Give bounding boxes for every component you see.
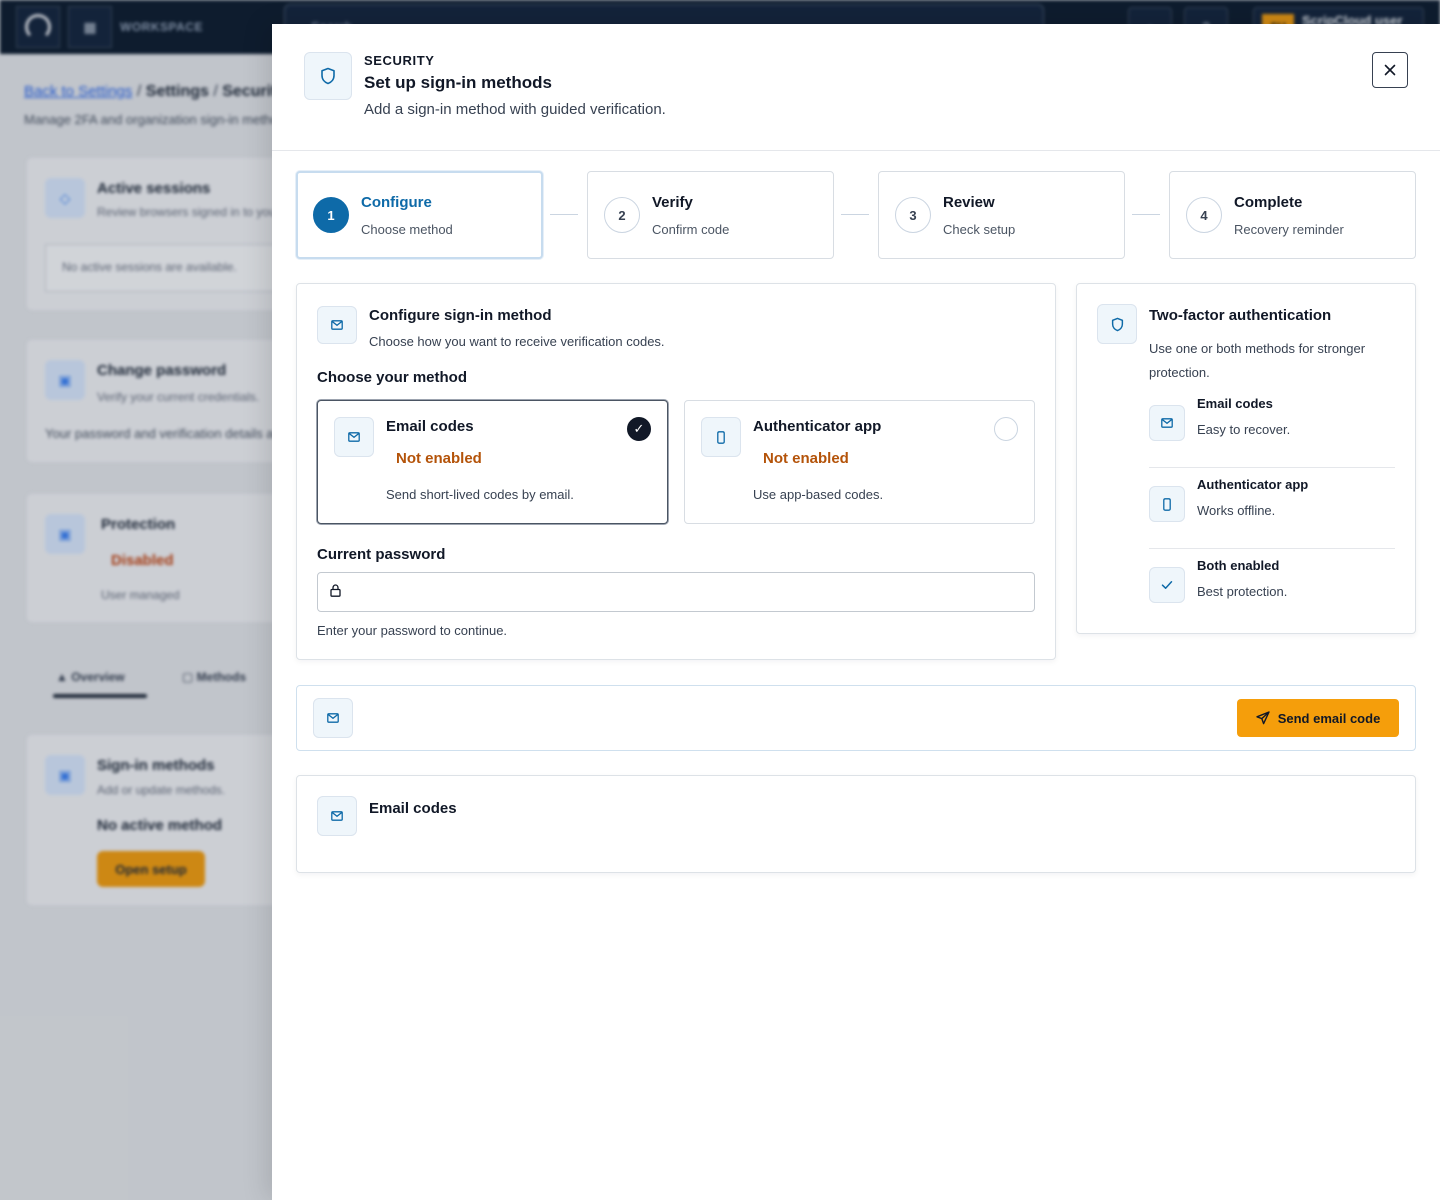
two-factor-item-both: Both enabled Best protection. [1149, 549, 1395, 630]
email-codes-summary-card: Email codes [296, 775, 1416, 873]
two-factor-card: Two-factor authentication Use one or bot… [1076, 283, 1416, 634]
step-number: 1 [313, 197, 349, 233]
step-number: 4 [1186, 197, 1222, 233]
check-icon: ✓ [633, 421, 645, 436]
action-bar: Send email code [296, 685, 1416, 751]
step-connector [1132, 214, 1160, 215]
send-email-code-label: Send email code [1277, 710, 1381, 726]
drawer-eyebrow: SECURITY [364, 53, 435, 68]
two-factor-item-title: Authenticator app [1197, 477, 1309, 492]
lock-icon [330, 584, 341, 602]
password-input[interactable] [354, 577, 1024, 607]
step-desc: Confirm code [652, 222, 730, 237]
step-number: 2 [604, 197, 640, 233]
two-factor-item-desc: Best protection. [1197, 584, 1288, 599]
method-status: Not enabled [763, 450, 849, 467]
step-connector [550, 214, 578, 215]
method-status: Not enabled [396, 450, 482, 467]
step-title: Configure [361, 194, 432, 211]
method-title: Email codes [386, 418, 474, 435]
two-factor-item-authenticator: Authenticator app Works offline. [1149, 468, 1395, 549]
mail-icon [317, 796, 357, 836]
method-desc: Use app-based codes. [753, 487, 884, 502]
password-help: Enter your password to continue. [317, 623, 508, 638]
two-factor-desc: Use one or both methods for stronger pro… [1149, 341, 1366, 380]
password-field[interactable] [317, 572, 1035, 612]
mail-icon [317, 306, 357, 344]
step-connector [841, 214, 869, 215]
mail-icon [334, 417, 374, 457]
send-email-code-button[interactable]: Send email code [1237, 699, 1399, 737]
drawer-subtitle: Add a sign-in method with guided verific… [364, 101, 666, 118]
step-desc: Check setup [943, 222, 1016, 237]
step-desc: Choose method [361, 222, 453, 237]
close-icon [1384, 64, 1396, 76]
two-factor-item-email: Email codes Easy to recover. [1149, 387, 1395, 468]
two-factor-title: Two-factor authentication [1149, 307, 1332, 324]
step-title: Verify [652, 194, 693, 211]
close-button[interactable] [1372, 52, 1408, 88]
shield-icon [1097, 304, 1137, 344]
step-verify[interactable]: 2 Verify Confirm code [587, 171, 834, 259]
step-configure[interactable]: 1 Configure Choose method [296, 171, 543, 259]
step-desc: Recovery reminder [1234, 222, 1344, 237]
setup-drawer: SECURITY Set up sign-in methods Add a si… [272, 24, 1440, 1200]
two-factor-item-title: Both enabled [1197, 558, 1280, 573]
check-icon [1149, 567, 1185, 603]
method-option-authenticator[interactable]: Authenticator app Not enabled Use app-ba… [684, 400, 1035, 524]
mail-icon [313, 698, 353, 738]
password-label: Current password [317, 546, 446, 563]
step-complete[interactable]: 4 Complete Recovery reminder [1169, 171, 1416, 259]
step-title: Review [943, 194, 995, 211]
step-number: 3 [895, 197, 931, 233]
method-radio[interactable] [994, 417, 1018, 441]
step-title: Complete [1234, 194, 1303, 211]
two-factor-item-desc: Easy to recover. [1197, 422, 1291, 437]
methods-label: Choose your method [317, 369, 468, 386]
method-option-email[interactable]: Email codes Not enabled Send short-lived… [317, 400, 668, 524]
two-factor-item-desc: Works offline. [1197, 503, 1276, 518]
drawer-header: SECURITY Set up sign-in methods Add a si… [272, 24, 1440, 151]
send-icon [1256, 711, 1270, 725]
mail-icon [1149, 405, 1185, 441]
drawer-title: Set up sign-in methods [364, 73, 552, 92]
method-desc: Send short-lived codes by email. [386, 487, 574, 502]
configure-desc: Choose how you want to receive verificat… [369, 334, 665, 349]
configure-card: Configure sign-in method Choose how you … [296, 283, 1056, 660]
phone-icon [701, 417, 741, 457]
two-factor-item-title: Email codes [1197, 396, 1273, 411]
summary-title: Email codes [369, 800, 457, 817]
method-title: Authenticator app [753, 418, 882, 435]
step-review[interactable]: 3 Review Check setup [878, 171, 1125, 259]
configure-title: Configure sign-in method [369, 307, 552, 324]
shield-icon [304, 52, 352, 100]
method-radio-checked[interactable]: ✓ [627, 417, 651, 441]
phone-icon [1149, 486, 1185, 522]
